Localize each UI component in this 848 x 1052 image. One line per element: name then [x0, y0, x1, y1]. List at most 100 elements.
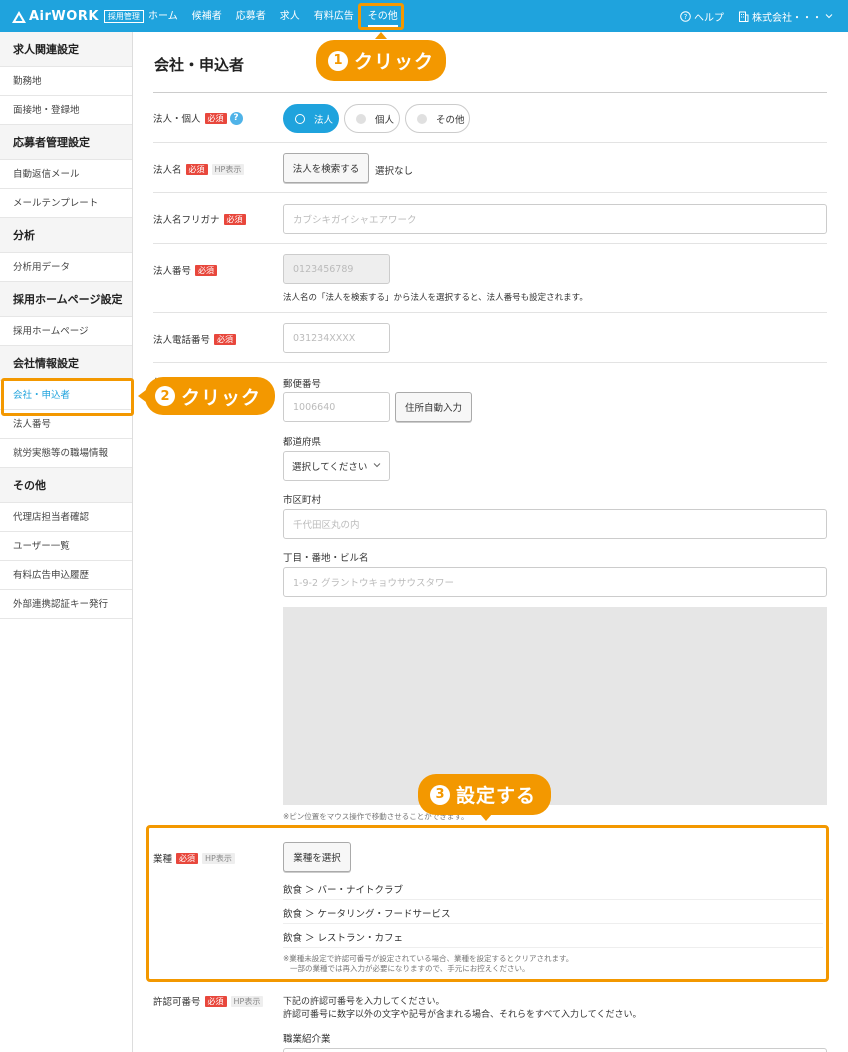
required-badge: 必須: [195, 264, 218, 276]
license-input[interactable]: [283, 1048, 827, 1052]
radio-dot: [417, 113, 427, 124]
required-badge: 必須: [185, 163, 208, 175]
svg-text:?: ?: [684, 13, 688, 21]
address-autofill-button[interactable]: 住所自動入力: [395, 392, 472, 422]
required-badge: 必須: [223, 213, 246, 225]
radio-individual[interactable]: 個人: [344, 104, 400, 133]
hp-display-badge: HP表示: [211, 163, 245, 175]
brand-logo: AirWORK: [12, 9, 99, 24]
prefecture-select[interactable]: 選択してください: [283, 451, 390, 481]
callout-text: 設定する: [456, 785, 537, 807]
brand-name: AirWORK: [29, 9, 99, 24]
sidebar: 求人関連設定 勤務地 面接地・登録地 応募者管理設定 自動返信メール メールテン…: [0, 32, 133, 1052]
city-label: 市区町村: [283, 495, 322, 506]
sidebar-section-other: その他: [0, 468, 132, 503]
phone-label-text: 法人電話番号: [153, 335, 211, 346]
prefecture-label: 都道府県: [283, 437, 322, 448]
sidebar-item-paid-ad-history[interactable]: 有料広告申込履歴: [0, 561, 132, 590]
nav-home[interactable]: ホーム: [141, 0, 185, 32]
sidebar-section-applicant-settings: 応募者管理設定: [0, 125, 132, 160]
sidebar-item-auto-reply-mail[interactable]: 自動返信メール: [0, 160, 132, 189]
corp-name-label-text: 法人名: [153, 165, 182, 176]
top-right-menu: ? ヘルプ 株式会社・・・: [666, 0, 836, 32]
city-input[interactable]: 千代田区丸の内: [283, 509, 827, 539]
required-badge: 必須: [204, 112, 227, 124]
callout-pointer: [138, 390, 146, 402]
license-sub-label: 職業紹介業: [283, 1034, 331, 1045]
sidebar-highlight-frame: [1, 378, 134, 416]
corp-name-value: 選択なし: [375, 166, 414, 177]
corp-kana-label-text: 法人名フリガナ: [153, 215, 220, 226]
nav-candidates[interactable]: 候補者: [185, 0, 229, 32]
sidebar-item-interview-location[interactable]: 面接地・登録地: [0, 96, 132, 125]
chevron-down-icon: [825, 14, 833, 19]
building-icon: [739, 11, 749, 22]
row-divider: [153, 312, 827, 313]
help-link[interactable]: ? ヘルプ: [680, 9, 724, 24]
callout-step-2: 2 クリック: [145, 377, 275, 415]
corp-number-label: 法人番号 必須: [153, 263, 218, 277]
radio-dot: [295, 113, 305, 124]
map-area[interactable]: [283, 607, 827, 805]
license-label-text: 許認可番号: [153, 997, 201, 1008]
help-icon: ?: [680, 10, 691, 22]
search-corporation-button[interactable]: 法人を検索する: [283, 153, 369, 183]
radio-corporation[interactable]: 法人: [283, 104, 339, 133]
sidebar-section-job-settings: 求人関連設定: [0, 32, 132, 67]
callout-text: クリック: [354, 51, 435, 73]
nav-applicants[interactable]: 応募者: [229, 0, 273, 32]
industry-highlight-frame: [146, 825, 829, 982]
callout-pointer: [480, 814, 492, 821]
postal-code-input[interactable]: 1006640: [283, 392, 390, 422]
company-label: 株式会社・・・: [752, 12, 822, 24]
row-divider: [153, 243, 827, 244]
radio-label: 法人: [314, 114, 334, 126]
corp-kana-label: 法人名フリガナ 必須: [153, 212, 246, 226]
corp-number-input: 0123456789: [283, 254, 390, 284]
corp-number-note: 法人名の「法人を検索する」から法人を選択すると、法人番号も設定されます。: [283, 293, 588, 303]
corp-kana-input[interactable]: カブシキガイシャエアワーク: [283, 204, 827, 234]
phone-input[interactable]: 031234XXXX: [283, 323, 390, 353]
sidebar-item-mail-template[interactable]: メールテンプレート: [0, 189, 132, 218]
radio-other[interactable]: その他: [405, 104, 470, 133]
sidebar-item-analytics-data[interactable]: 分析用データ: [0, 253, 132, 282]
brand[interactable]: AirWORK 採用管理: [12, 9, 144, 24]
step-number-badge: 3: [430, 784, 450, 805]
sidebar-item-workplace-info[interactable]: 就労実態等の職場情報: [0, 439, 132, 468]
company-menu[interactable]: 株式会社・・・: [738, 9, 836, 24]
help-label: ヘルプ: [694, 12, 724, 24]
hp-display-badge: HP表示: [230, 995, 264, 1007]
radio-label: 個人: [375, 114, 395, 126]
sidebar-item-agency-contact[interactable]: 代理店担当者確認: [0, 503, 132, 532]
postal-label: 郵便番号: [283, 379, 322, 390]
license-label: 許認可番号 必須 HP表示: [153, 994, 264, 1008]
radio-dot: [356, 113, 366, 124]
airwork-logo-icon: [12, 10, 26, 23]
corp-type-label: 法人・個人 必須 ?: [153, 111, 243, 125]
row-divider: [153, 142, 827, 143]
prefecture-select-value: 選択してください: [292, 462, 368, 473]
row-divider: [153, 362, 827, 363]
help-circle-icon[interactable]: ?: [229, 111, 243, 125]
radio-label: その他: [436, 114, 465, 126]
nav-jobs[interactable]: 求人: [273, 0, 307, 32]
nav-paid-ads[interactable]: 有料広告: [307, 0, 361, 32]
phone-label: 法人電話番号 必須: [153, 332, 237, 346]
step-number-badge: 1: [328, 50, 348, 71]
step-number-badge: 2: [155, 386, 175, 406]
sidebar-item-recruit-homepage[interactable]: 採用ホームページ: [0, 317, 132, 346]
sidebar-item-work-location[interactable]: 勤務地: [0, 67, 132, 96]
row-divider: [153, 192, 827, 193]
callout-pointer: [375, 32, 387, 39]
sidebar-item-api-key[interactable]: 外部連携認証キー発行: [0, 590, 132, 619]
license-note-1: 下記の許認可番号を入力してください。: [283, 997, 445, 1007]
callout-step-1: 1 クリック: [316, 40, 446, 81]
street-input[interactable]: 1-9-2 グラントウキョウサウスタワー: [283, 567, 827, 597]
required-badge: 必須: [214, 333, 237, 345]
sidebar-section-recruit-homepage: 採用ホームページ設定: [0, 282, 132, 317]
sidebar-item-user-list[interactable]: ユーザー一覧: [0, 532, 132, 561]
license-note-2: 許認可番号に数字以外の文字や記号が含まれる場合、それらをすべて入力してください。: [283, 1010, 642, 1020]
corp-type-label-text: 法人・個人: [153, 114, 201, 125]
street-label: 丁目・番地・ビル名: [283, 553, 369, 564]
top-nav-bar: AirWORK 採用管理 ホーム 候補者 応募者 求人 有料広告 その他 ? ヘ…: [0, 0, 848, 32]
